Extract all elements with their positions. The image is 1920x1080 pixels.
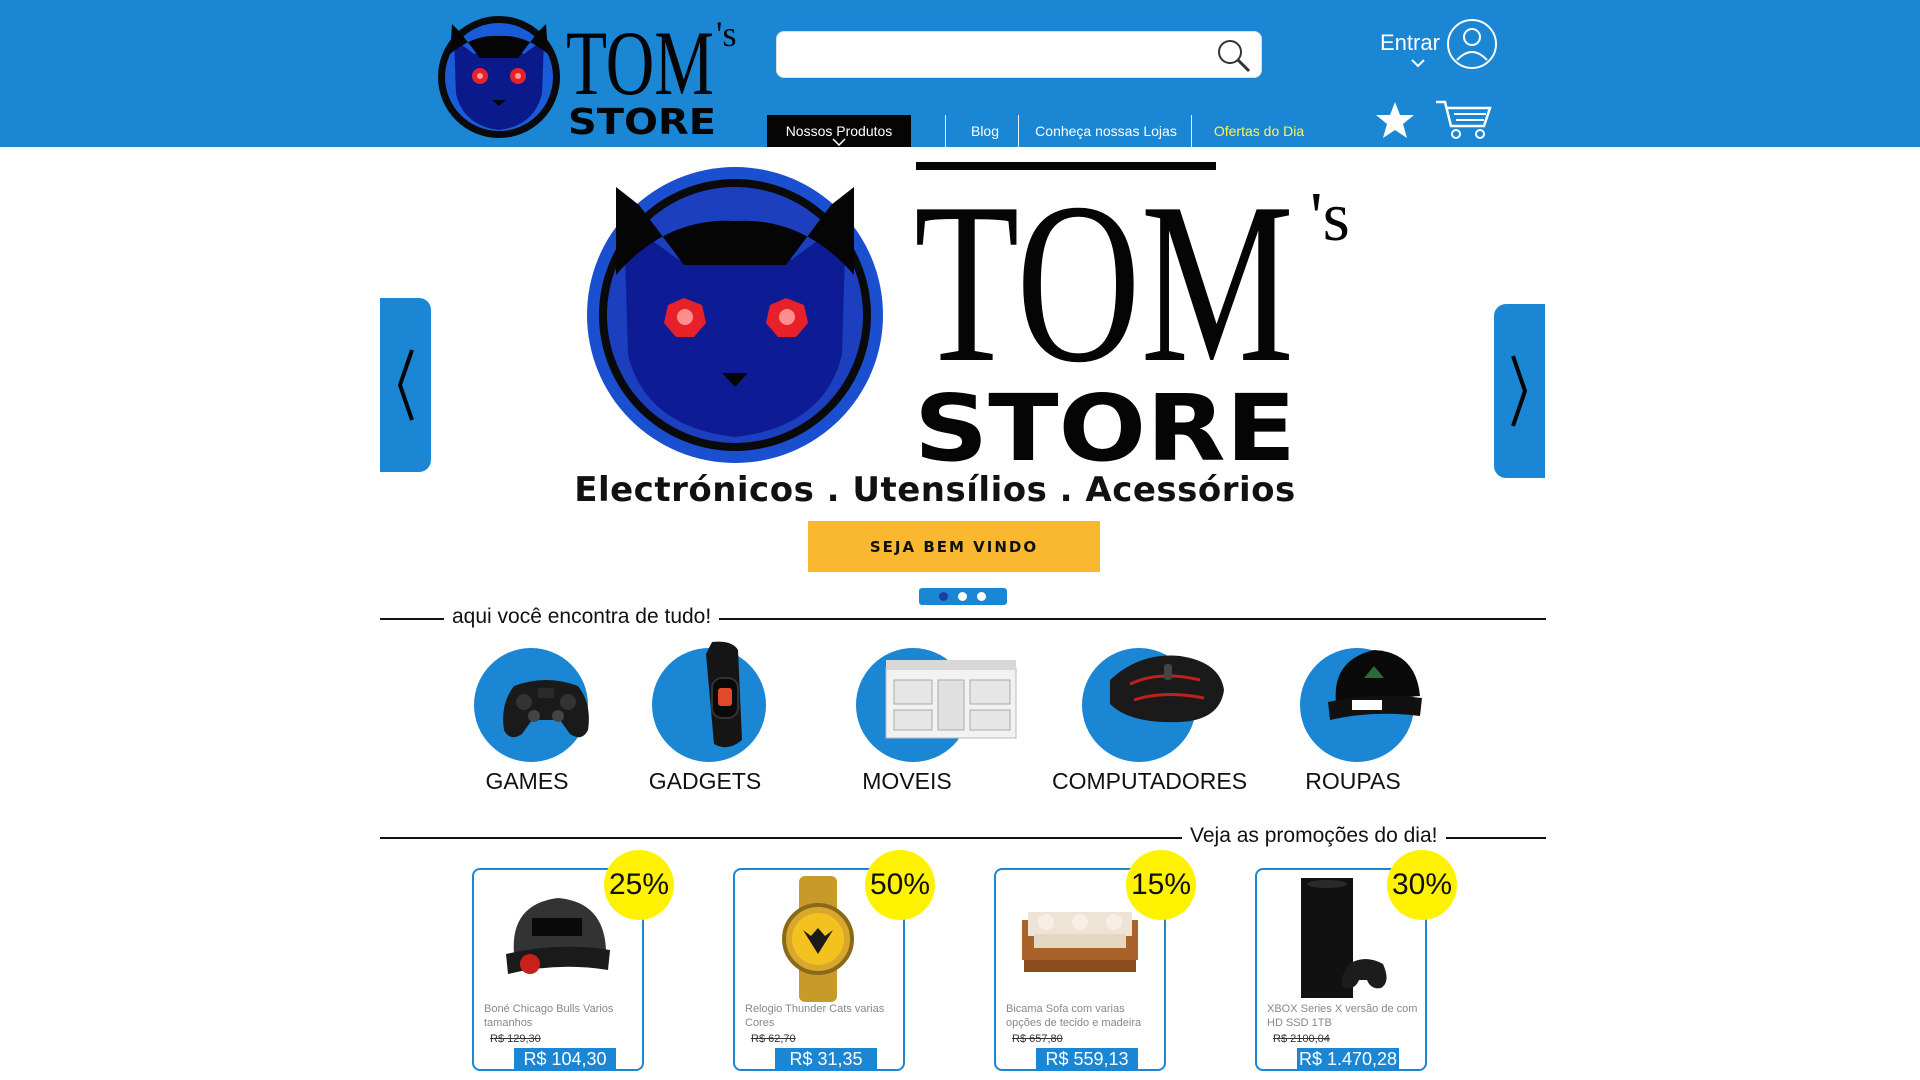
smartband-icon [706, 641, 742, 748]
carousel-dot-1[interactable] [939, 592, 948, 601]
header-logo[interactable]: TOM 's STORE [430, 8, 740, 140]
nav-divider [1191, 115, 1192, 147]
product-price: R$ 1.470,28 [1297, 1048, 1399, 1070]
category-computadores[interactable]: COMPUTADORES [1052, 640, 1248, 800]
product-old-price: R$ 129,30 [490, 1033, 541, 1045]
user-icon[interactable] [1446, 18, 1498, 70]
star-icon[interactable] [1374, 100, 1416, 140]
product-price: R$ 104,30 [514, 1048, 616, 1070]
banner-wordmark: TOM 's STORE [914, 160, 1350, 470]
discount-badge: 25% [604, 850, 674, 920]
banner-cat-logo-icon [587, 167, 883, 463]
nav-item-blog[interactable]: Blog [950, 115, 1020, 147]
chevron-down-icon [832, 138, 846, 146]
nav-item-label: Conheça nossas Lojas [1035, 123, 1177, 139]
banner-suffix: 's [1310, 179, 1350, 256]
product-old-price: R$ 62,70 [751, 1033, 796, 1045]
product-name: Bicama Sofa com varias opções de tecido … [1006, 1003, 1142, 1029]
category-label: ROUPAS [1305, 768, 1401, 794]
carousel-dot-2[interactable] [958, 592, 967, 601]
product-name: XBOX Series X versão de com HD SSD 1TB [1267, 1003, 1418, 1029]
carousel-prev-button[interactable] [380, 298, 431, 472]
product-price: R$ 559,13 [1036, 1048, 1138, 1070]
category-label: GAMES [485, 768, 569, 794]
nav-item-label: Blog [970, 123, 1000, 139]
furniture-icon [885, 660, 1017, 739]
product-sofa-image [1022, 912, 1138, 972]
category-roupas[interactable]: ROUPAS [1268, 640, 1438, 800]
carousel-next-button[interactable] [1494, 304, 1545, 478]
product-cap-image [506, 898, 610, 974]
cat-logo-icon [438, 16, 560, 138]
product-old-price: R$ 2100,04 [1273, 1033, 1330, 1045]
logo-title: TOM [566, 12, 714, 114]
nav-item-stores[interactable]: Conheça nossas Lojas [1022, 115, 1190, 147]
banner-sub: STORE [914, 375, 1296, 470]
product-watch-image [782, 876, 854, 1002]
logo-suffix: 's [716, 14, 737, 54]
gaming-mouse-icon [1110, 655, 1224, 723]
category-gadgets[interactable]: GADGETS [620, 640, 790, 800]
discount-badge: 30% [1387, 850, 1457, 920]
nav-item-label: Ofertas do Dia [1213, 123, 1305, 139]
nav-divider [945, 115, 946, 147]
welcome-button[interactable]: SEJA BEM VINDO [808, 521, 1100, 572]
search-input[interactable] [777, 32, 1207, 77]
category-games[interactable]: GAMES [442, 640, 612, 800]
product-name: Boné Chicago Bulls Varios tamanhos [484, 1003, 614, 1029]
banner-tagline: Electrónicos . Utensílios . Acessórios [574, 470, 1296, 510]
logo-sub: STORE [568, 102, 716, 140]
category-label: GADGETS [648, 768, 762, 794]
discount-badge: 50% [865, 850, 935, 920]
category-label: MOVEIS [862, 768, 952, 794]
logo-wordmark: TOM 's STORE [566, 12, 737, 140]
login-label: Entrar [1380, 30, 1440, 55]
chevron-down-icon [1411, 59, 1425, 68]
chevron-left-icon [397, 349, 414, 421]
product-name: Relogio Thunder Cats varias Cores [745, 1003, 885, 1029]
nav-item-offers[interactable]: Ofertas do Dia [1196, 115, 1322, 147]
search-icon[interactable] [1213, 36, 1253, 76]
cart-icon[interactable] [1434, 98, 1492, 140]
nav-divider [1018, 115, 1019, 147]
discount-badge: 15% [1126, 850, 1196, 920]
category-moveis[interactable]: MOVEIS [822, 640, 1017, 800]
carousel-indicator [919, 588, 1007, 605]
product-price: R$ 31,35 [775, 1048, 877, 1070]
product-xbox-image [1301, 878, 1387, 998]
chevron-right-icon [1511, 355, 1528, 427]
carousel-dot-3[interactable] [977, 592, 986, 601]
product-old-price: R$ 657,80 [1012, 1033, 1063, 1045]
search-bar [776, 31, 1262, 78]
cap-icon [1328, 650, 1422, 720]
gamepad-icon [503, 680, 589, 738]
category-label: COMPUTADORES [1052, 768, 1248, 794]
nav-item-label: Nossos Produtos [785, 123, 893, 139]
banner-title: TOM [914, 160, 1294, 410]
promos-title: Veja as promoções do dia! [1182, 824, 1446, 848]
categories-title: aqui você encontra de tudo! [444, 605, 720, 629]
